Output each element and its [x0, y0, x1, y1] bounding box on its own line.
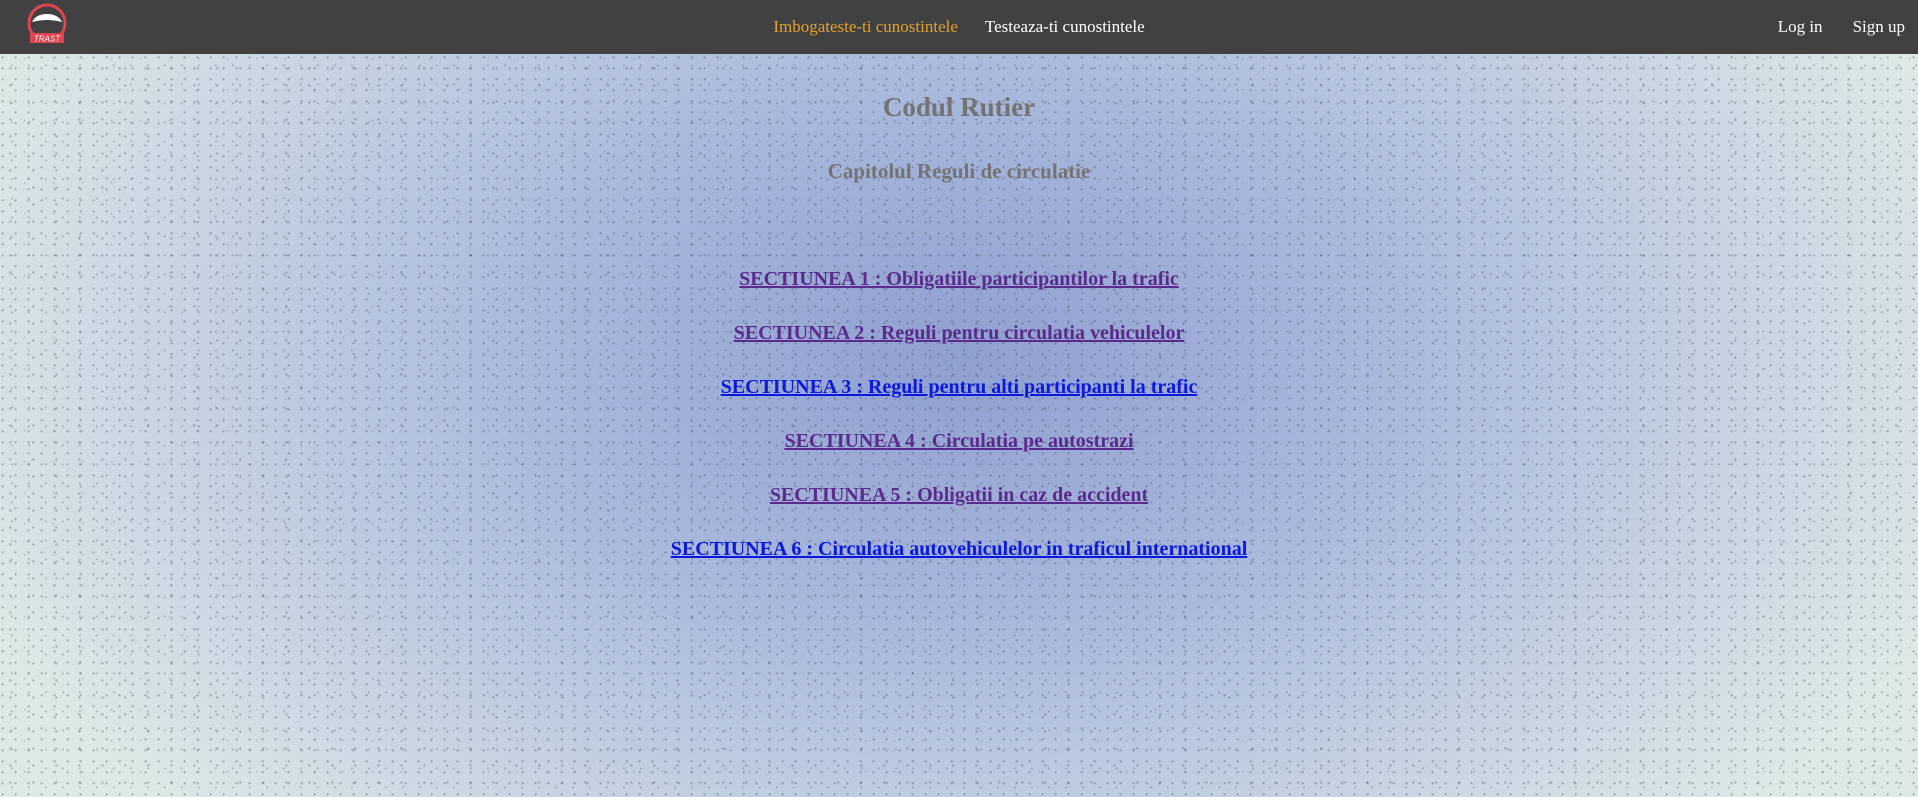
- main-content: Codul Rutier Capitolul Reguli de circula…: [0, 54, 1918, 576]
- section-link-2[interactable]: SECTIUNEA 2 : Reguli pentru circulatia v…: [734, 306, 1185, 360]
- section-link-5[interactable]: SECTIUNEA 5 : Obligatii in caz de accide…: [770, 468, 1148, 522]
- main-nav: Imbogateste-ti cunostintele Testeaza-ti …: [0, 0, 1918, 54]
- section-link-4[interactable]: SECTIUNEA 4 : Circulatia pe autostrazi: [784, 414, 1133, 468]
- section-link-6[interactable]: SECTIUNEA 6 : Circulatia autovehiculelor…: [671, 522, 1248, 576]
- auth-nav: Log in Sign up: [1778, 0, 1905, 54]
- top-navbar: TRAST Imbogateste-ti cunostintele Testea…: [0, 0, 1918, 54]
- login-link[interactable]: Log in: [1778, 17, 1823, 37]
- nav-link-testeaza[interactable]: Testeaza-ti cunostintele: [985, 17, 1145, 37]
- signup-link[interactable]: Sign up: [1853, 17, 1905, 37]
- nav-link-imbogateste[interactable]: Imbogateste-ti cunostintele: [773, 17, 958, 37]
- chapter-title: Capitolul Reguli de circulatie: [827, 159, 1091, 183]
- section-list: SECTIUNEA 1 : Obligatiile participantilo…: [0, 252, 1918, 576]
- page-title: Codul Rutier: [882, 92, 1036, 122]
- section-link-3[interactable]: SECTIUNEA 3 : Reguli pentru alti partici…: [721, 360, 1198, 414]
- section-link-1[interactable]: SECTIUNEA 1 : Obligatiile participantilo…: [739, 252, 1179, 306]
